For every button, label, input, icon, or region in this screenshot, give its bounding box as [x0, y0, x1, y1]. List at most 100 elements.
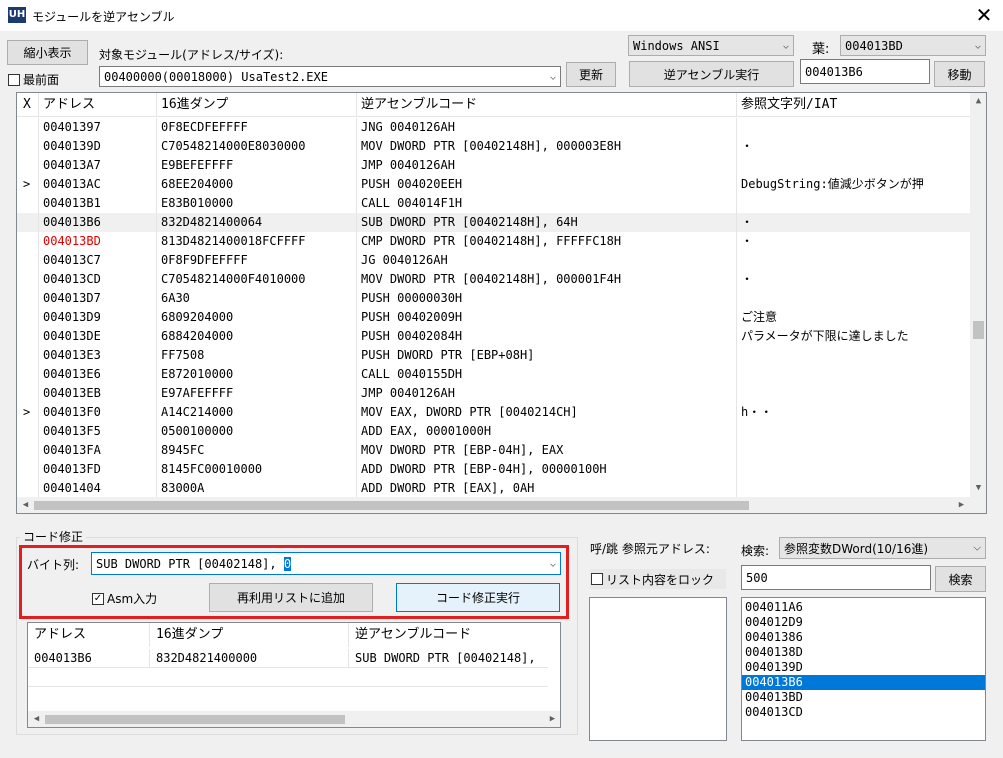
- search-result-item[interactable]: 004011A6: [742, 600, 985, 615]
- column-header-address[interactable]: アドレス: [39, 93, 157, 117]
- column-header-asm[interactable]: 逆アセンブルコード: [357, 93, 737, 117]
- search-result-item[interactable]: 0040139D: [742, 660, 985, 675]
- grid-row[interactable]: 00401404 83000A ADD DWORD PTR [EAX], 0AH: [17, 479, 970, 498]
- column-header-ref[interactable]: 参照文字列/IAT: [737, 93, 970, 117]
- grid-row[interactable]: 004013E6 E872010000 CALL 0040155DH: [17, 365, 970, 384]
- grid-row[interactable]: 004013A7 E9BEFEFFFF JMP 0040126AH: [17, 156, 970, 175]
- grid-row[interactable]: 004013D7 6A30 PUSH 00000030H: [17, 289, 970, 308]
- horizontal-scrollbar[interactable]: ◀ ▶: [17, 497, 986, 513]
- asm-input-toggle[interactable]: ✓ Asm入力: [92, 590, 157, 607]
- lock-list-checkbox[interactable]: [591, 573, 603, 585]
- scroll-down-icon[interactable]: ▼: [970, 480, 986, 497]
- fix-list-cell-asm[interactable]: SUB DWORD PTR [00402148],: [349, 649, 560, 667]
- row-reference: ・: [741, 215, 754, 229]
- execute-code-fix-button[interactable]: コード修正実行: [396, 583, 560, 612]
- scroll-right-icon[interactable]: ▶: [953, 497, 970, 513]
- grid-row[interactable]: 0040139D C70548214000E8030000 MOV DWORD PT…: [17, 137, 970, 156]
- module-select[interactable]: 00400000(00018000) UsaTest2.EXE ⌵: [99, 66, 561, 87]
- grid-row[interactable]: >004013F0 A14C214000 MOV EAX, DWORD PTR [0…: [17, 403, 970, 422]
- goto-address-input[interactable]: 004013B6: [800, 59, 930, 84]
- row-hexdump: 6809204000: [157, 308, 357, 327]
- row-asm: CMP DWORD PTR [00402148H], FFFFFC18H: [357, 232, 737, 251]
- add-to-reuse-list-button[interactable]: 再利用リストに追加: [209, 583, 373, 612]
- bytes-input[interactable]: SUB DWORD PTR [00402148], 0 ⌵: [91, 552, 561, 575]
- search-mode-value: 参照変数DWord(10/16進): [784, 541, 929, 556]
- grid-row[interactable]: 004013BD 813D4821400018FCFFFF CMP DWORD PT…: [17, 232, 970, 251]
- encoding-select[interactable]: Windows ANSI ⌵: [628, 35, 794, 56]
- fix-list-header-asm[interactable]: 逆アセンブルコード: [349, 623, 560, 647]
- topmost-toggle[interactable]: 最前面: [8, 71, 59, 88]
- search-input[interactable]: 500: [741, 565, 931, 590]
- scroll-left-icon[interactable]: ◀: [17, 497, 34, 513]
- vertical-scrollbar[interactable]: ▲ ▼: [970, 93, 986, 497]
- row-reference: [737, 460, 970, 479]
- fix-list[interactable]: アドレス 16進ダンプ 逆アセンブルコード 004013B6 832D48214…: [27, 622, 561, 728]
- row-reference: パラメータが下限に達しました: [741, 329, 909, 343]
- bytes-value: SUB DWORD PTR [00402148],: [96, 556, 284, 571]
- grid-row[interactable]: 004013B1 E83B010000 CALL 004014F1H: [17, 194, 970, 213]
- search-button[interactable]: 検索: [935, 566, 986, 592]
- row-asm: JNG 0040126AH: [357, 118, 737, 137]
- search-mode-select[interactable]: 参照変数DWord(10/16進) ⌵: [779, 537, 986, 559]
- grid-row[interactable]: 004013DE 6884204000 PUSH 00402084H パラメータが下限…: [17, 327, 970, 346]
- fix-list-header-address[interactable]: アドレス: [28, 623, 150, 647]
- grid-row[interactable]: 004013D9 6809204000 PUSH 00402009H ご注意: [17, 308, 970, 327]
- search-result-list[interactable]: 004011A6 004012D9 00401386 0040138D 0040139D…: [741, 597, 986, 741]
- row-marker: [17, 460, 39, 479]
- column-header-hexdump[interactable]: 16進ダンプ: [157, 93, 357, 117]
- lock-list-toggle[interactable]: リスト内容をロック: [590, 569, 726, 589]
- grid-row[interactable]: 004013FD 8145FC00010000 ADD DWORD PTR [EBP…: [17, 460, 970, 479]
- fix-list-horizontal-scrollbar[interactable]: ◀ ▶: [28, 711, 560, 727]
- shrink-button[interactable]: 縮小表示: [7, 40, 88, 65]
- refresh-button[interactable]: 更新: [566, 62, 616, 87]
- row-marker: [17, 308, 39, 327]
- fix-list-header-hexdump[interactable]: 16進ダンプ: [150, 623, 349, 647]
- disassemble-button[interactable]: 逆アセンブル実行: [629, 61, 794, 87]
- move-button[interactable]: 移動: [934, 61, 985, 87]
- scroll-up-icon[interactable]: ▲: [970, 93, 986, 110]
- vertical-scroll-thumb[interactable]: [973, 321, 984, 339]
- row-marker: [17, 137, 39, 156]
- check-icon[interactable]: ✓: [92, 592, 104, 605]
- search-result-item[interactable]: 004012D9: [742, 615, 985, 630]
- grid-row[interactable]: 004013F5 0500100000 ADD EAX, 00001000H: [17, 422, 970, 441]
- search-result-item[interactable]: 00401386: [742, 630, 985, 645]
- grid-row[interactable]: >004013AC 68EE204000 PUSH 004020EEH DebugSt…: [17, 175, 970, 194]
- fix-list-scroll-thumb[interactable]: [45, 715, 345, 724]
- search-result-item[interactable]: 004013B6: [742, 675, 985, 690]
- topmost-checkbox[interactable]: [8, 73, 20, 86]
- leaf-select[interactable]: 004013BD ⌵: [840, 35, 986, 56]
- scroll-right-icon[interactable]: ▶: [544, 711, 560, 727]
- fix-list-cell-hexdump[interactable]: 832D4821400000: [150, 649, 349, 667]
- row-hexdump: 8145FC00010000: [157, 460, 357, 479]
- fix-list-cell-address[interactable]: 004013B6: [28, 649, 150, 667]
- horizontal-scroll-thumb[interactable]: [34, 501, 749, 510]
- row-hexdump: 6884204000: [157, 327, 357, 346]
- row-reference: h・・: [741, 405, 773, 419]
- row-reference: ・: [741, 272, 754, 286]
- grid-row[interactable]: 00401397 0F8ECDFEFFFF JNG 0040126AH: [17, 118, 970, 137]
- row-hexdump: E83B010000: [157, 194, 357, 213]
- grid-row[interactable]: 004013CD C70548214000F4010000 MOV DWORD PT…: [17, 270, 970, 289]
- row-marker: >: [17, 403, 39, 422]
- row-address: 004013FD: [39, 460, 157, 479]
- grid-row[interactable]: 004013EB E97AFEFFFF JMP 0040126AH: [17, 384, 970, 403]
- fix-list-gridline: [28, 667, 548, 668]
- row-address: 004013B1: [39, 194, 157, 213]
- grid-row[interactable]: 004013C7 0F8F9DFEFFFF JG 0040126AH: [17, 251, 970, 270]
- search-result-item[interactable]: 004013BD: [742, 690, 985, 705]
- close-icon[interactable]: ✕: [966, 2, 1002, 30]
- caller-address-list[interactable]: [589, 597, 727, 741]
- row-address: 00401404: [39, 479, 157, 498]
- search-result-item[interactable]: 0040138D: [742, 645, 985, 660]
- grid-row[interactable]: 004013B6 832D4821400064 SUB DWORD PTR [004…: [17, 213, 970, 232]
- row-hexdump: A14C214000: [157, 403, 357, 422]
- scroll-left-icon[interactable]: ◀: [28, 711, 45, 727]
- grid-row[interactable]: 004013E3 FF7508 PUSH DWORD PTR [EBP+08H]: [17, 346, 970, 365]
- row-asm: ADD EAX, 00001000H: [357, 422, 737, 441]
- disassembly-grid[interactable]: X アドレス 16進ダンプ 逆アセンブルコード 参照文字列/IAT 004013…: [16, 92, 987, 514]
- row-hexdump: 8945FC: [157, 441, 357, 460]
- grid-row[interactable]: 004013FA 8945FC MOV DWORD PTR [EBP-04H], E…: [17, 441, 970, 460]
- search-result-item[interactable]: 004013CD: [742, 705, 985, 720]
- column-header-x[interactable]: X: [17, 93, 39, 117]
